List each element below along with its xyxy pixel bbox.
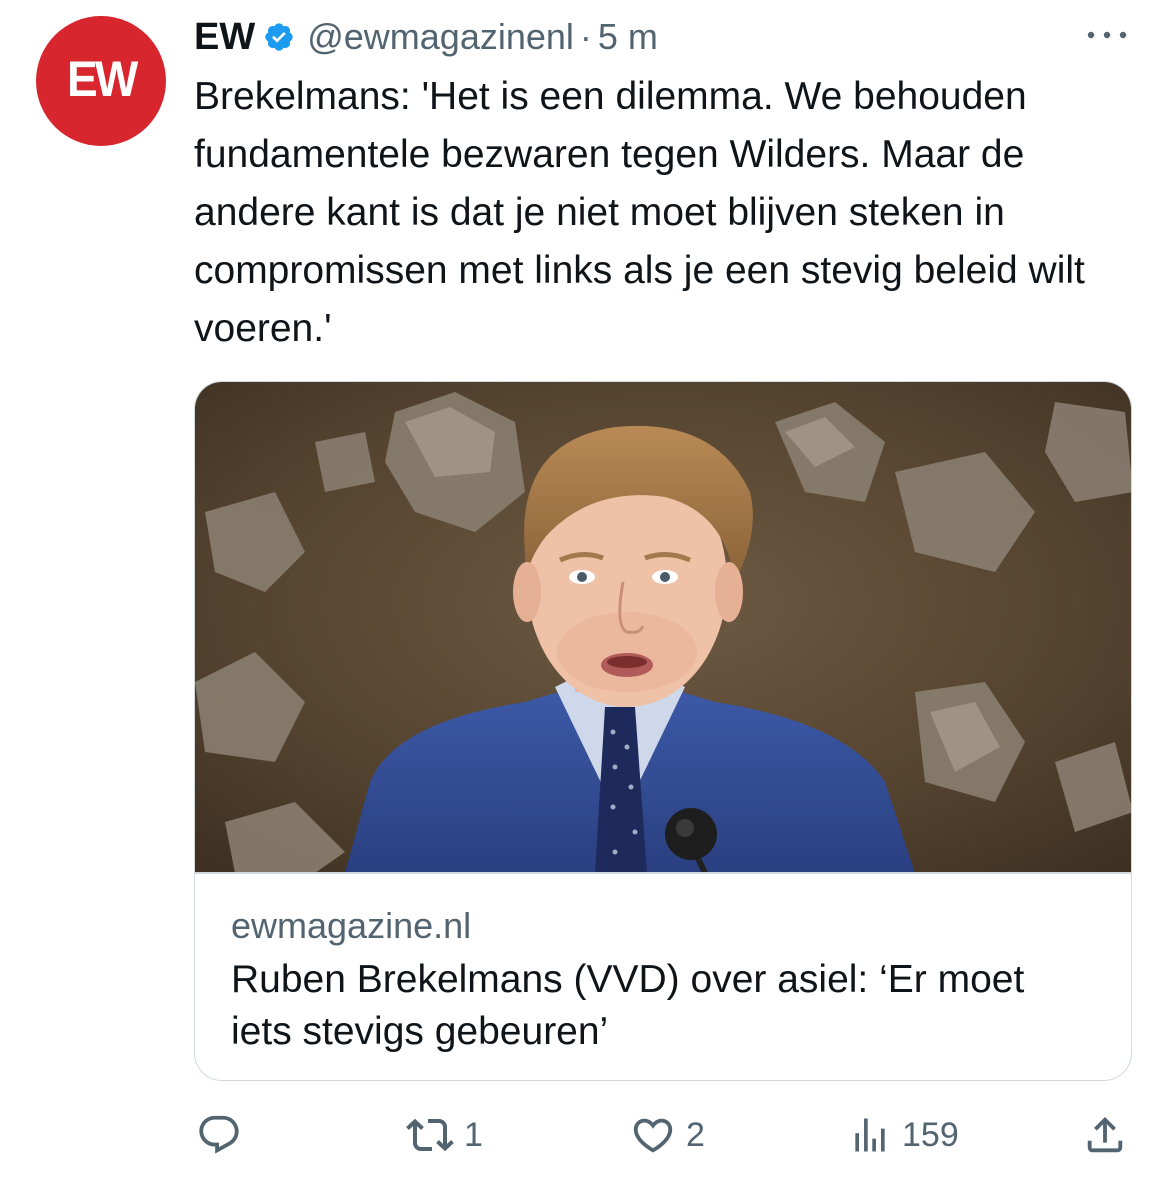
verified-badge-icon xyxy=(265,23,293,51)
retweet-button[interactable]: 1 xyxy=(406,1105,483,1165)
more-icon[interactable] xyxy=(1082,20,1132,50)
like-icon xyxy=(633,1118,673,1153)
avatar[interactable]: EW xyxy=(36,16,166,146)
tweet-text: Brekelmans: 'Het is een dilemma. We beho… xyxy=(194,75,1085,350)
like-count: 2 xyxy=(686,1115,705,1154)
reply-button[interactable] xyxy=(196,1105,252,1165)
share-icon xyxy=(1087,1116,1123,1153)
reply-icon xyxy=(199,1115,239,1154)
article-photo xyxy=(195,382,1131,873)
tweet-actions: 1 2 159 xyxy=(0,1105,1169,1165)
views-icon xyxy=(855,1118,885,1152)
views-button[interactable]: 159 xyxy=(848,1105,959,1165)
views-count: 159 xyxy=(902,1115,959,1154)
display-name[interactable]: EW xyxy=(194,16,255,59)
user-handle[interactable]: @ewmagazinenl xyxy=(307,16,574,58)
card-title: Ruben Brekelmans (VVD) over asiel: ‘Er m… xyxy=(231,958,1025,1053)
tweet-header: EW @ewmagazinenl · 5 m xyxy=(194,12,658,62)
share-button[interactable] xyxy=(1082,1105,1128,1165)
like-button[interactable]: 2 xyxy=(630,1105,705,1165)
retweet-count: 1 xyxy=(464,1115,483,1154)
card-domain: ewmagazine.nl xyxy=(231,905,472,946)
link-card[interactable]: ewmagazine.nl Ruben Brekelmans (VVD) ove… xyxy=(194,381,1132,1081)
card-divider xyxy=(195,872,1131,874)
avatar-logo-text: EW xyxy=(66,51,138,107)
separator-dot: · xyxy=(579,16,592,57)
timestamp[interactable]: 5 m xyxy=(598,16,658,58)
retweet-icon xyxy=(406,1118,454,1152)
